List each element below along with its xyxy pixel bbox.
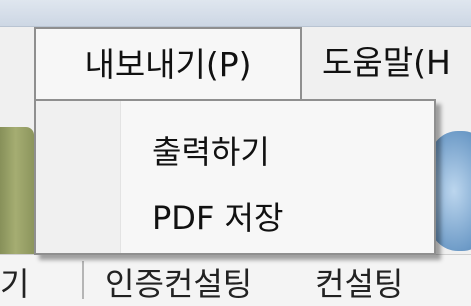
globe-icon[interactable] <box>430 131 471 251</box>
window-titlebar <box>0 0 471 27</box>
toolbar-label-consulting[interactable]: 컨설팅 <box>315 259 403 305</box>
toolbar-label-cert-consulting[interactable]: 인증컨설팅 <box>105 259 252 305</box>
toolbar-label-partial[interactable]: 기 <box>0 259 29 305</box>
menu-help[interactable]: 도움말(H <box>322 27 471 99</box>
toolbar-labels: 기 인증컨설팅 컨설팅 <box>0 254 471 306</box>
toolbar-separator <box>82 261 84 299</box>
menu-item-print[interactable]: 출력하기 <box>36 121 434 183</box>
menu-item-save-pdf[interactable]: PDF 저장 <box>36 187 434 249</box>
trash-bin-icon[interactable] <box>0 127 34 275</box>
menu-export[interactable]: 내보내기(P) <box>34 27 302 99</box>
export-dropdown-menu: 출력하기 PDF 저장 <box>34 99 436 255</box>
menu-bar: 내보내기(P) 도움말(H <box>0 27 471 99</box>
